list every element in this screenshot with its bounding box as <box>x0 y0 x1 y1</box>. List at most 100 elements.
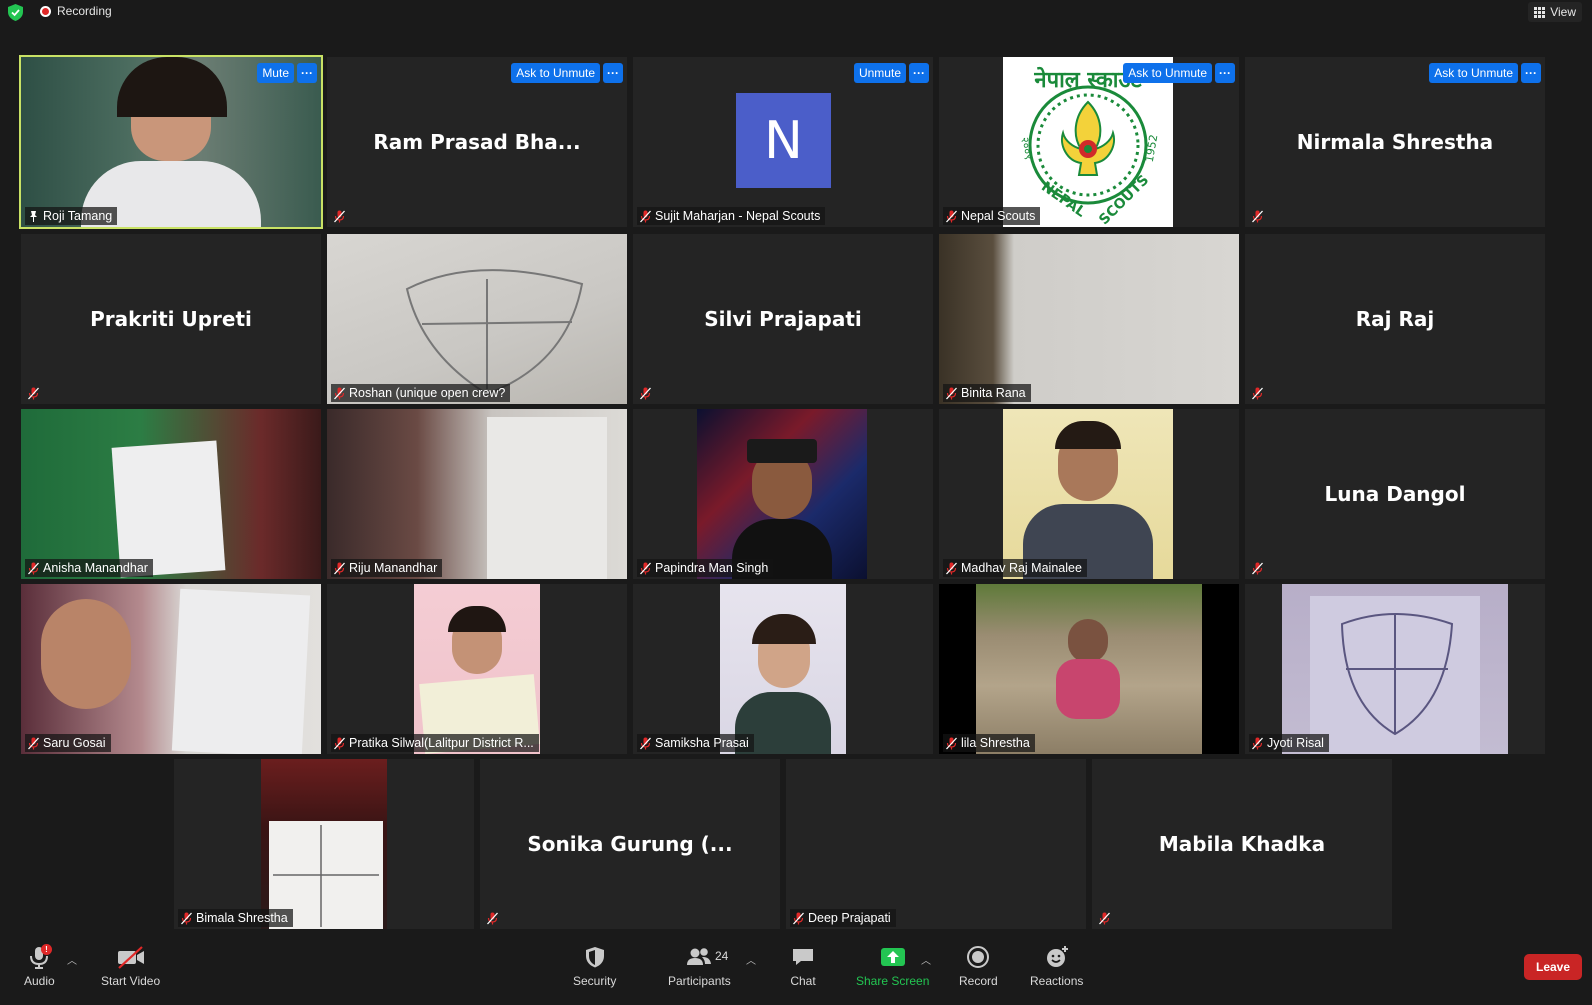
participant-tile[interactable]: Sonika Gurung (... <box>480 759 780 929</box>
meeting-toolbar: Audio ! ︿ Start Video Security Participa… <box>0 938 1592 1005</box>
mic-muted-icon <box>334 737 345 749</box>
participant-name: Madhav Raj Mainalee <box>961 561 1082 575</box>
participant-tile[interactable]: Riju Manandhar <box>327 409 627 579</box>
participant-avatar: N <box>736 93 831 188</box>
participant-name: Papindra Man Singh <box>655 561 769 575</box>
participant-tile[interactable]: Pratika Silwal(Lalitpur District R... <box>327 584 627 754</box>
mic-muted-icon <box>640 387 651 399</box>
participant-tile[interactable]: Raj Raj <box>1245 234 1545 404</box>
participant-nameplate <box>1096 909 1115 927</box>
participant-nameplate: Bimala Shrestha <box>178 909 293 927</box>
participant-tile[interactable]: Roshan (unique open crew? <box>327 234 627 404</box>
encryption-shield-icon[interactable] <box>8 4 23 21</box>
mute-button[interactable]: Mute <box>257 63 294 83</box>
participant-nameplate: Sujit Maharjan - Nepal Scouts <box>637 207 826 225</box>
participant-display-name: Silvi Prajapati <box>704 307 862 331</box>
participant-name: lila Shrestha <box>961 736 1030 750</box>
participant-tile[interactable]: Mabila Khadka <box>1092 759 1392 929</box>
video-off-icon <box>117 946 144 969</box>
participant-tile[interactable]: Anisha Manandhar <box>21 409 321 579</box>
participant-display-name: Sonika Gurung (... <box>527 832 733 856</box>
mic-muted-icon <box>793 912 804 924</box>
participant-name: Deep Prajapati <box>808 911 891 925</box>
more-options-button[interactable]: ··· <box>909 63 929 83</box>
participant-video <box>720 584 846 754</box>
participant-display-name: Ram Prasad Bha... <box>373 130 581 154</box>
share-screen-label: Share Screen <box>856 974 930 988</box>
ask-to-unmute-button[interactable]: Ask to Unmute <box>1123 63 1212 83</box>
shield-drawing-icon <box>405 269 584 396</box>
participant-display-name: Nirmala Shrestha <box>1296 130 1494 154</box>
participant-nameplate: Pratika Silwal(Lalitpur District R... <box>331 734 539 752</box>
start-video-button[interactable]: Start Video <box>101 944 160 988</box>
chat-label: Chat <box>790 974 816 988</box>
participant-video <box>327 234 627 404</box>
participant-name: Pratika Silwal(Lalitpur District R... <box>349 736 534 750</box>
mic-muted-icon <box>334 387 345 399</box>
mic-muted-icon <box>1252 737 1263 749</box>
participant-tile[interactable]: N Unmute ··· Sujit Maharjan - Nepal Scou… <box>633 57 933 227</box>
view-button[interactable]: View <box>1528 2 1582 22</box>
chat-button[interactable]: Chat <box>788 944 818 988</box>
mic-muted-icon <box>946 737 957 749</box>
participant-tile[interactable]: lila Shrestha <box>939 584 1239 754</box>
participant-tile[interactable]: नेपाल स्काउट NEPAL SCOUTS 1952 २००९ Ask … <box>939 57 1239 227</box>
more-options-button[interactable]: ··· <box>603 63 623 83</box>
security-label: Security <box>573 974 617 988</box>
participant-video <box>697 409 867 579</box>
participant-tile[interactable]: Nirmala Shrestha Ask to Unmute ··· <box>1245 57 1545 227</box>
security-button[interactable]: Security <box>573 944 616 988</box>
participant-tile[interactable]: Deep Prajapati <box>786 759 1086 929</box>
tile-controls: Unmute ··· <box>853 63 929 83</box>
participants-options-caret-icon[interactable]: ︿ <box>746 952 756 967</box>
share-screen-button[interactable]: Share Screen <box>856 944 929 988</box>
participant-nameplate <box>25 384 44 402</box>
participant-tile[interactable]: Ram Prasad Bha... Ask to Unmute ··· <box>327 57 627 227</box>
more-options-button[interactable]: ··· <box>297 63 317 83</box>
record-icon <box>967 946 990 968</box>
reactions-label: Reactions <box>1030 974 1084 988</box>
ask-to-unmute-button[interactable]: Ask to Unmute <box>1429 63 1518 83</box>
participant-display-name: Raj Raj <box>1355 307 1435 331</box>
chat-bubble-icon <box>793 949 813 965</box>
participant-tile[interactable]: Saru Gosai <box>21 584 321 754</box>
participant-tile[interactable]: Luna Dangol <box>1245 409 1545 579</box>
leave-meeting-button[interactable]: Leave <box>1524 954 1582 980</box>
participant-tile[interactable]: Mute ··· Roji Tamang <box>19 55 323 229</box>
participant-tile[interactable]: Bimala Shrestha <box>174 759 474 929</box>
participant-nameplate: Madhav Raj Mainalee <box>943 559 1087 577</box>
svg-text:NEPAL: NEPAL <box>1038 179 1088 221</box>
participant-tile[interactable]: Samiksha Prasai <box>633 584 933 754</box>
recording-indicator[interactable]: Recording <box>40 4 112 18</box>
participant-nameplate <box>1249 384 1268 402</box>
participant-name: Roshan (unique open crew? <box>349 386 506 400</box>
more-options-button[interactable]: ··· <box>1521 63 1541 83</box>
mic-muted-icon <box>1099 912 1110 924</box>
participant-tile[interactable]: Papindra Man Singh <box>633 409 933 579</box>
record-button[interactable]: Record <box>959 944 998 988</box>
participant-tile[interactable]: Jyoti Risal <box>1245 584 1545 754</box>
mic-muted-icon <box>28 387 39 399</box>
participant-tile[interactable]: Prakriti Upreti <box>21 234 321 404</box>
more-options-button[interactable]: ··· <box>1215 63 1235 83</box>
participant-nameplate <box>484 909 503 927</box>
audio-button[interactable]: Audio ! <box>24 944 55 988</box>
participant-video <box>414 584 540 754</box>
participant-tile[interactable]: Silvi Prajapati <box>633 234 933 404</box>
participant-nameplate: Roshan (unique open crew? <box>331 384 511 402</box>
ask-to-unmute-button[interactable]: Ask to Unmute <box>511 63 600 83</box>
participants-label: Participants <box>668 974 731 988</box>
participant-tile[interactable]: Binita Rana <box>939 234 1239 404</box>
participant-nameplate: Anisha Manandhar <box>25 559 153 577</box>
participant-name: Saru Gosai <box>43 736 106 750</box>
tile-controls: Ask to Unmute ··· <box>1123 63 1235 83</box>
unmute-button[interactable]: Unmute <box>853 63 906 83</box>
participant-nameplate: Binita Rana <box>943 384 1031 402</box>
participant-display-name: Luna Dangol <box>1324 482 1466 506</box>
reactions-button[interactable]: Reactions <box>1030 944 1083 988</box>
share-options-caret-icon[interactable]: ︿ <box>921 952 931 967</box>
participant-nameplate: Jyoti Risal <box>1249 734 1329 752</box>
mic-muted-icon <box>1252 210 1263 222</box>
participant-tile[interactable]: Madhav Raj Mainalee <box>939 409 1239 579</box>
audio-options-caret-icon[interactable]: ︿ <box>67 952 77 967</box>
